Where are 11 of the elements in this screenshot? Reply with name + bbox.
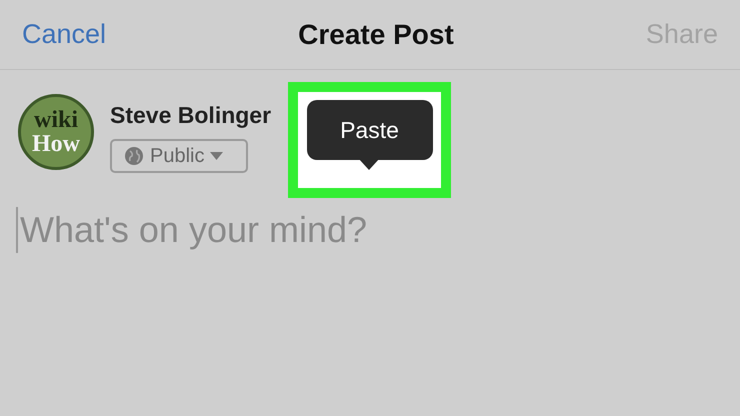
text-cursor [16, 206, 18, 252]
globe-icon [124, 146, 144, 166]
audience-button[interactable]: Public [110, 138, 248, 172]
tooltip-pointer [358, 158, 380, 170]
caret-icon [210, 152, 224, 160]
page-title: Create Post [298, 18, 454, 52]
post-input[interactable]: What's on your mind? [20, 202, 620, 256]
author-name: Steve Bolinger [110, 101, 272, 130]
avatar: wiki How [18, 94, 94, 170]
paste-tooltip[interactable]: Paste [306, 100, 432, 160]
cancel-button[interactable]: Cancel [22, 14, 106, 55]
